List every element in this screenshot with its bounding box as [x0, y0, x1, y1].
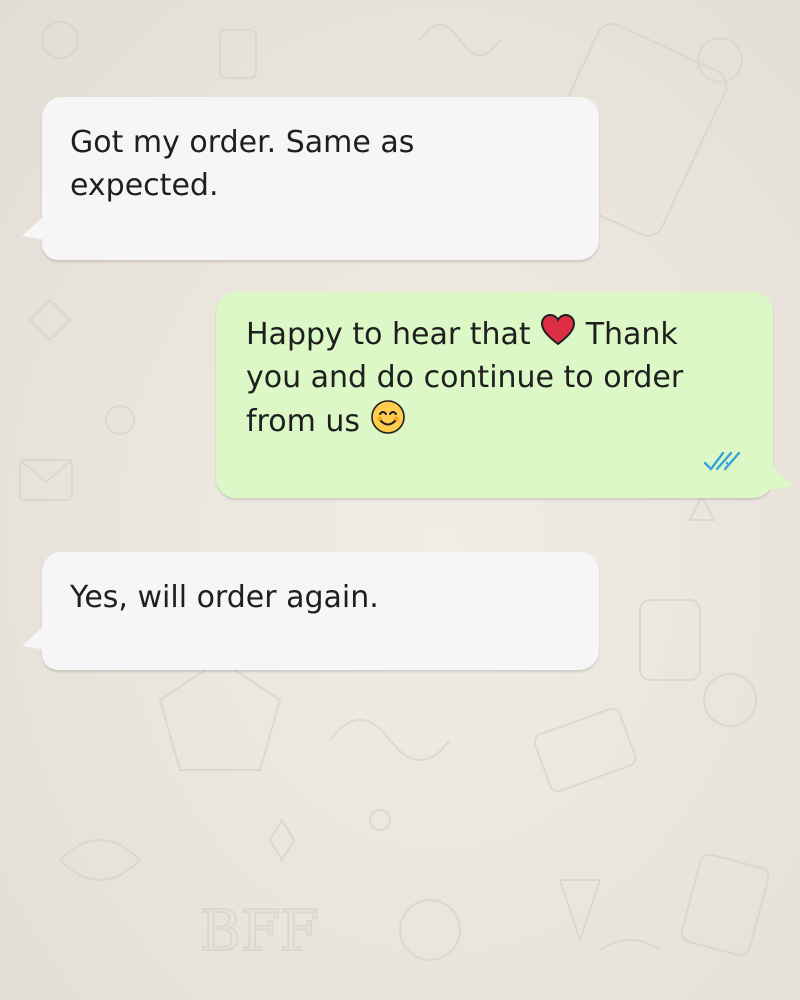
outgoing-message[interactable]: Happy to hear that Thank you and do cont… — [216, 292, 793, 498]
message-text-part: Happy to hear that — [246, 317, 541, 352]
bubble-tail — [22, 624, 46, 650]
bubble-tail — [769, 464, 793, 490]
message-text: Happy to hear that Thank you and do cont… — [246, 312, 743, 443]
message-text: Got my order. Same as expected. — [70, 125, 415, 203]
incoming-message[interactable]: Yes, will order again. — [22, 552, 599, 670]
smiling-face-icon — [370, 400, 405, 434]
red-heart-icon — [541, 313, 576, 346]
bubble-tail — [22, 214, 46, 240]
message-list: Got my order. Same as expected. Happy to… — [0, 0, 800, 1000]
double-check-read-icon — [703, 451, 741, 471]
incoming-message[interactable]: Got my order. Same as expected. — [22, 97, 599, 260]
message-text: Yes, will order again. — [70, 580, 379, 615]
